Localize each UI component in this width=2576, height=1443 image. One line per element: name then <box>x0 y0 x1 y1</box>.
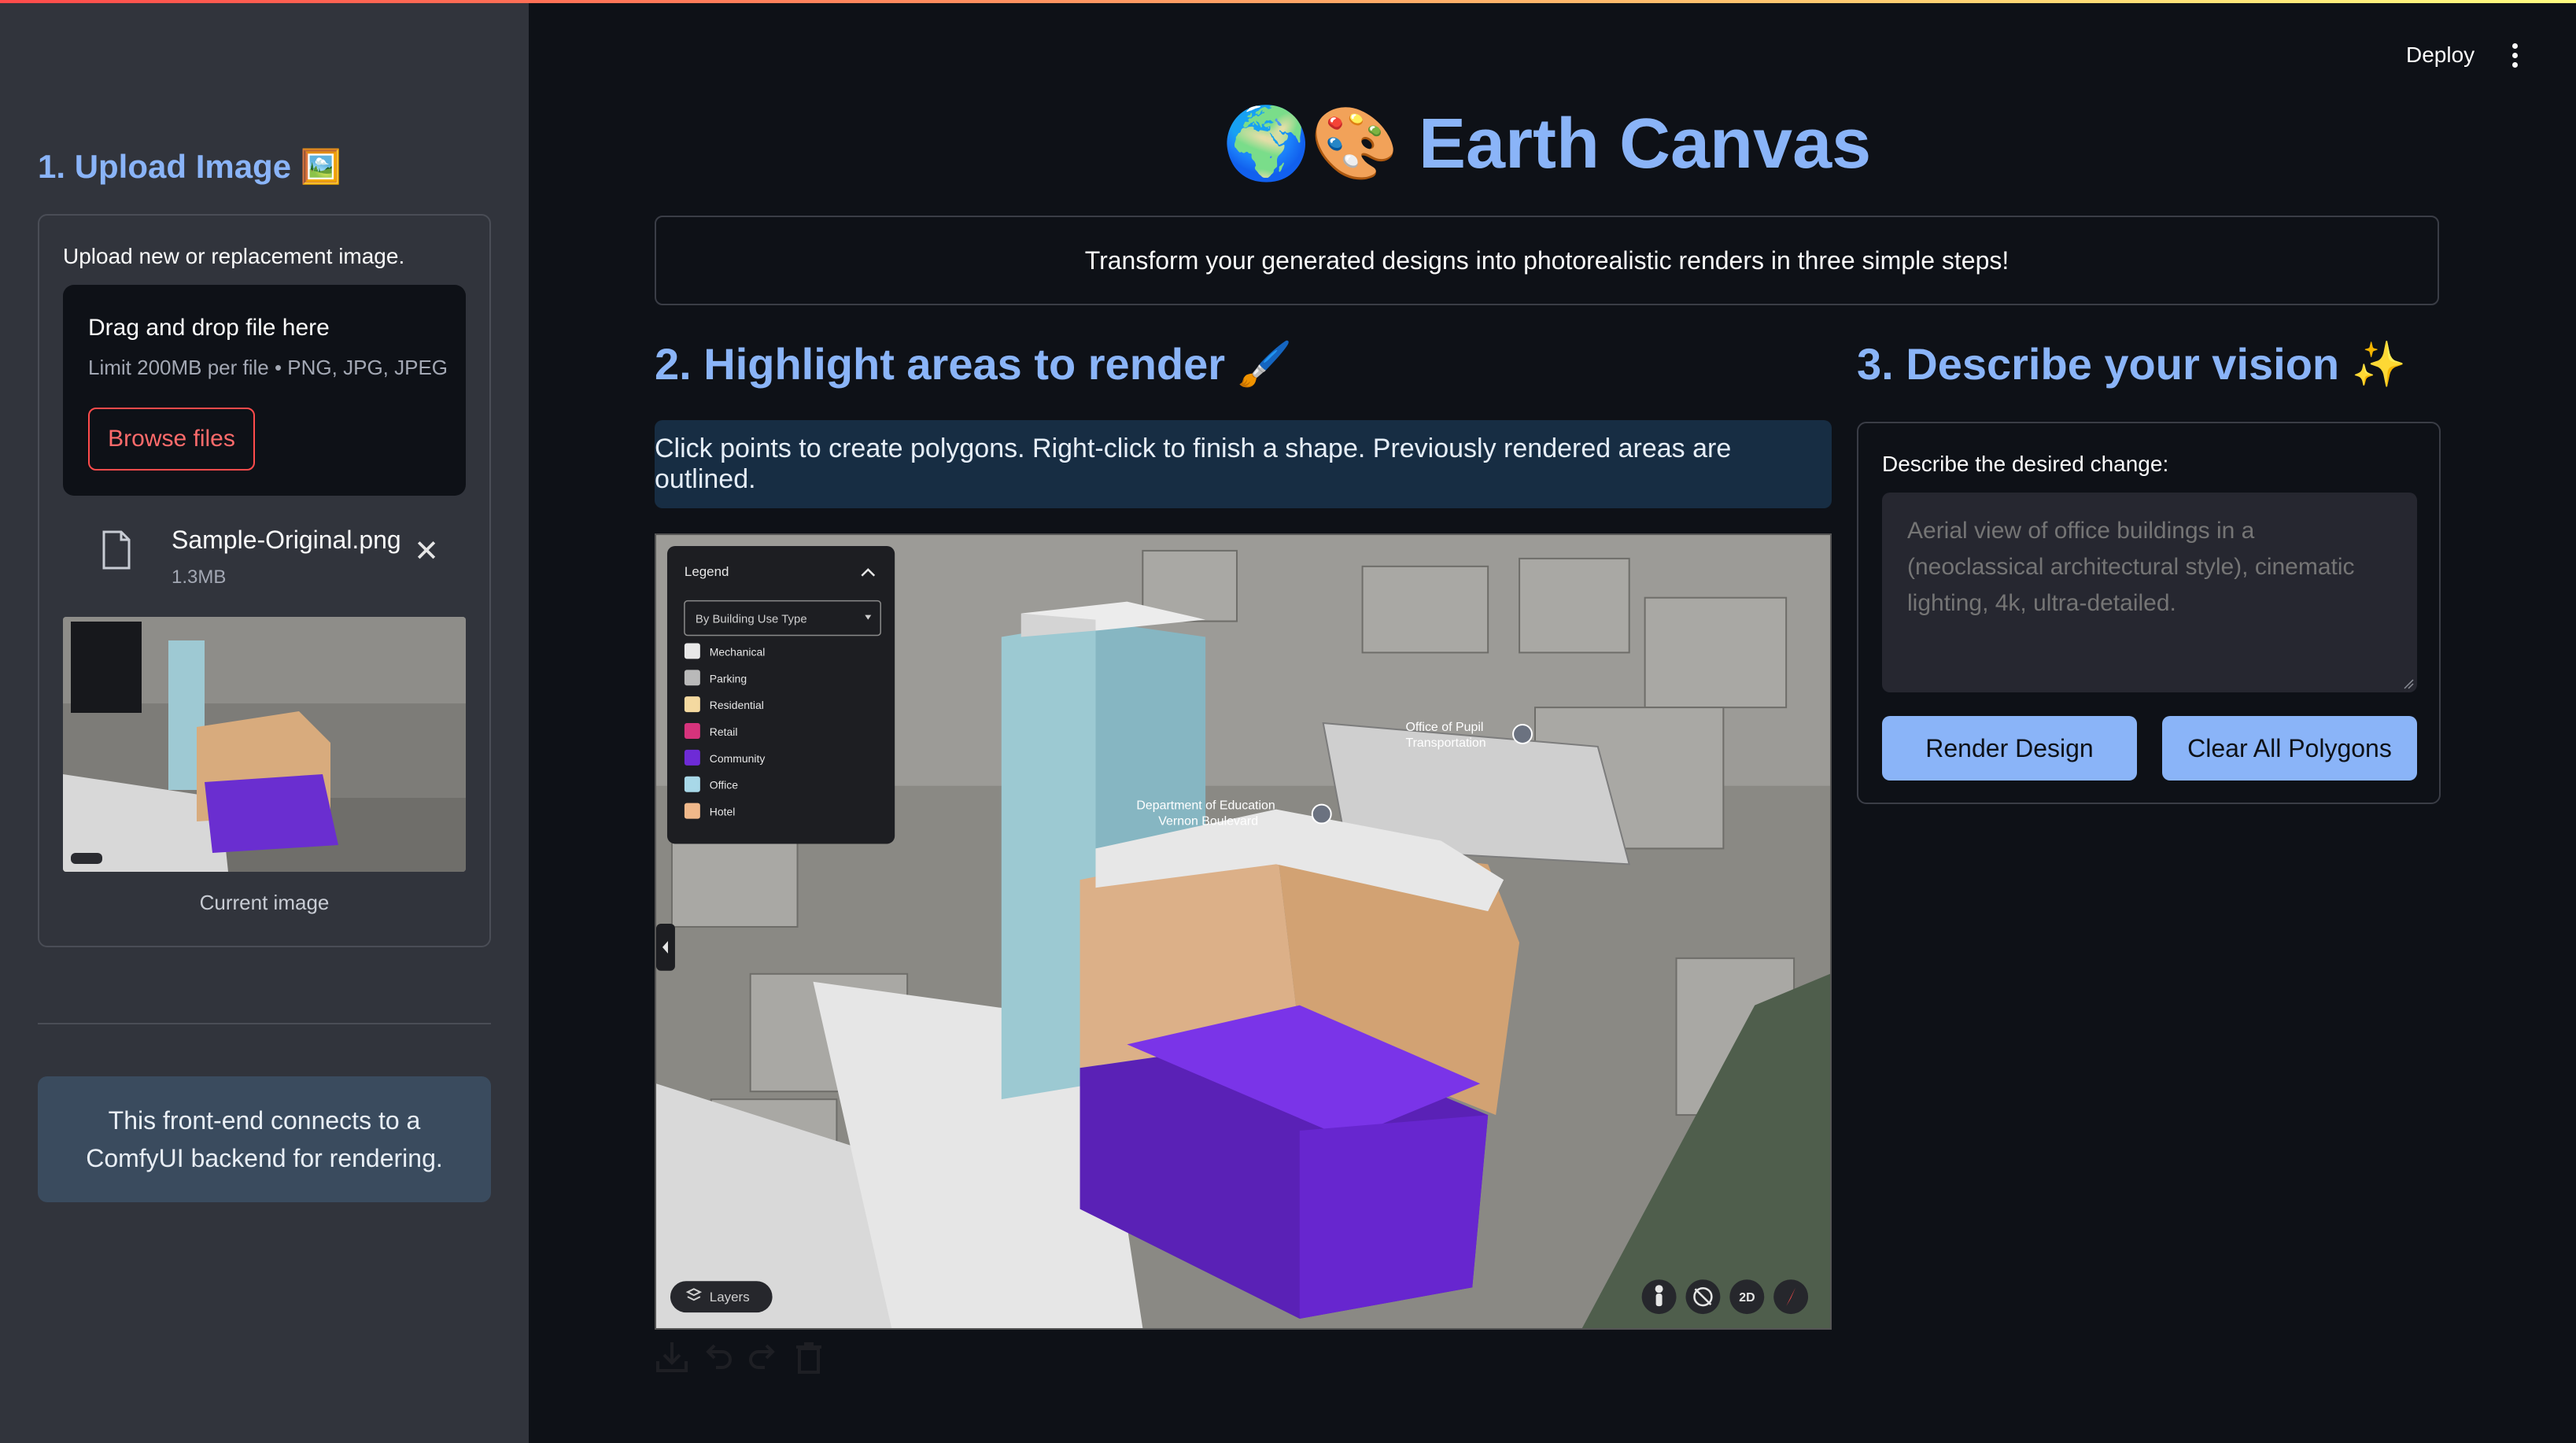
view-2d-button[interactable]: 2D <box>1729 1279 1765 1315</box>
describe-label: Describe the desired change: <box>1882 452 2169 476</box>
svg-text:Office of Pupil: Office of Pupil <box>1405 721 1483 734</box>
redo-icon[interactable] <box>744 1338 782 1377</box>
file-name: Sample-Original.png <box>172 526 401 554</box>
title-text: Earth Canvas <box>1418 105 1872 183</box>
legend-item-community: Community <box>684 749 766 766</box>
legend-label: Parking <box>710 672 747 685</box>
file-size: 1.3MB <box>172 566 227 588</box>
legend-label: Community <box>710 752 766 765</box>
dropzone[interactable]: Drag and drop file here Limit 200MB per … <box>63 285 466 496</box>
legend-label: Retail <box>710 725 738 738</box>
legend-swatch <box>684 670 700 686</box>
render-design-button[interactable]: Render Design <box>1882 716 2137 781</box>
polygon-instructions: Click points to create polygons. Right-c… <box>655 420 1832 508</box>
legend-label: Office <box>710 779 738 792</box>
svg-text:Vernon Boulevard: Vernon Boulevard <box>1158 815 1258 829</box>
thumbnail-caption: Current image <box>199 891 330 914</box>
compass-button[interactable] <box>1773 1279 1809 1315</box>
current-image-thumbnail <box>63 617 466 872</box>
layers-button[interactable]: Layers <box>670 1281 773 1313</box>
trash-icon[interactable] <box>790 1338 828 1377</box>
legend-label: Hotel <box>710 806 736 818</box>
sidebar: 1. Upload Image 🖼️ Upload new or replace… <box>0 0 529 1443</box>
legend-item-mechanical: Mechanical <box>684 643 766 659</box>
legend-swatch <box>684 776 700 792</box>
main-menu-icon[interactable] <box>2507 41 2522 72</box>
remove-file-icon[interactable]: ✕ <box>412 535 441 568</box>
dropzone-limit: Limit 200MB per file • PNG, JPG, JPEG <box>88 356 448 379</box>
legend-item-office: Office <box>684 776 738 792</box>
textarea-resize-icon[interactable] <box>2401 677 2414 689</box>
page-title: 🌍🎨 Earth Canvas <box>655 102 2439 185</box>
legend-item-parking: Parking <box>684 670 747 686</box>
undo-icon[interactable] <box>699 1338 736 1377</box>
svg-text:Department of Education: Department of Education <box>1136 799 1275 813</box>
dropzone-title: Drag and drop file here <box>88 315 330 341</box>
canvas-toolbar <box>653 1338 828 1377</box>
download-icon[interactable] <box>653 1338 691 1377</box>
map-legend[interactable]: Legend By Building Use Type Mechanical Pa… <box>666 545 895 844</box>
backend-info-box: This front-end connects to a ComfyUI bac… <box>38 1076 491 1202</box>
drawing-canvas[interactable]: Legend By Building Use Type Mechanical Pa… <box>655 533 1832 1330</box>
legend-label: Residential <box>710 699 764 711</box>
legend-swatch <box>684 749 700 766</box>
legend-swatch <box>684 723 700 739</box>
svg-text:2D: 2D <box>1739 1291 1755 1305</box>
legend-item-residential: Residential <box>684 696 764 713</box>
file-icon <box>102 530 131 570</box>
legend-select-value: By Building Use Type <box>696 613 807 626</box>
upload-heading: 1. Upload Image 🖼️ <box>38 148 342 185</box>
describe-vision-panel: Describe the desired change: Render Desi… <box>1857 422 2441 804</box>
file-uploader: Upload new or replacement image. Drag an… <box>38 214 491 947</box>
legend-swatch <box>684 643 700 659</box>
uploaded-file-row: Sample-Original.png 1.3MB ✕ <box>63 515 466 593</box>
svg-text:Transportation: Transportation <box>1405 736 1485 750</box>
clear-polygons-button[interactable]: Clear All Polygons <box>2162 716 2417 781</box>
legend-item-retail: Retail <box>684 723 738 739</box>
top-accent-bar <box>0 0 2576 3</box>
legend-swatch <box>684 803 700 819</box>
highlight-heading: 2. Highlight areas to render 🖌️ <box>655 339 1293 389</box>
legend-swatch <box>684 696 700 713</box>
title-emoji: 🌍🎨 <box>1222 105 1399 183</box>
pegman-button[interactable] <box>1641 1279 1677 1315</box>
rotate-disabled-button[interactable] <box>1685 1279 1721 1315</box>
browse-files-button[interactable]: Browse files <box>88 408 255 471</box>
sidebar-divider <box>38 1023 491 1024</box>
uploader-label: Upload new or replacement image. <box>63 244 405 268</box>
vision-prompt-input[interactable] <box>1882 493 2417 692</box>
legend-label: Mechanical <box>710 645 766 658</box>
legend-title: Legend <box>685 564 729 579</box>
deploy-button[interactable]: Deploy <box>2406 42 2475 68</box>
describe-heading: 3. Describe your vision ✨ <box>1857 339 2407 389</box>
legend-item-hotel: Hotel <box>684 803 736 819</box>
svg-text:Layers: Layers <box>710 1290 750 1305</box>
subtitle-box: Transform your generated designs into ph… <box>655 216 2439 305</box>
